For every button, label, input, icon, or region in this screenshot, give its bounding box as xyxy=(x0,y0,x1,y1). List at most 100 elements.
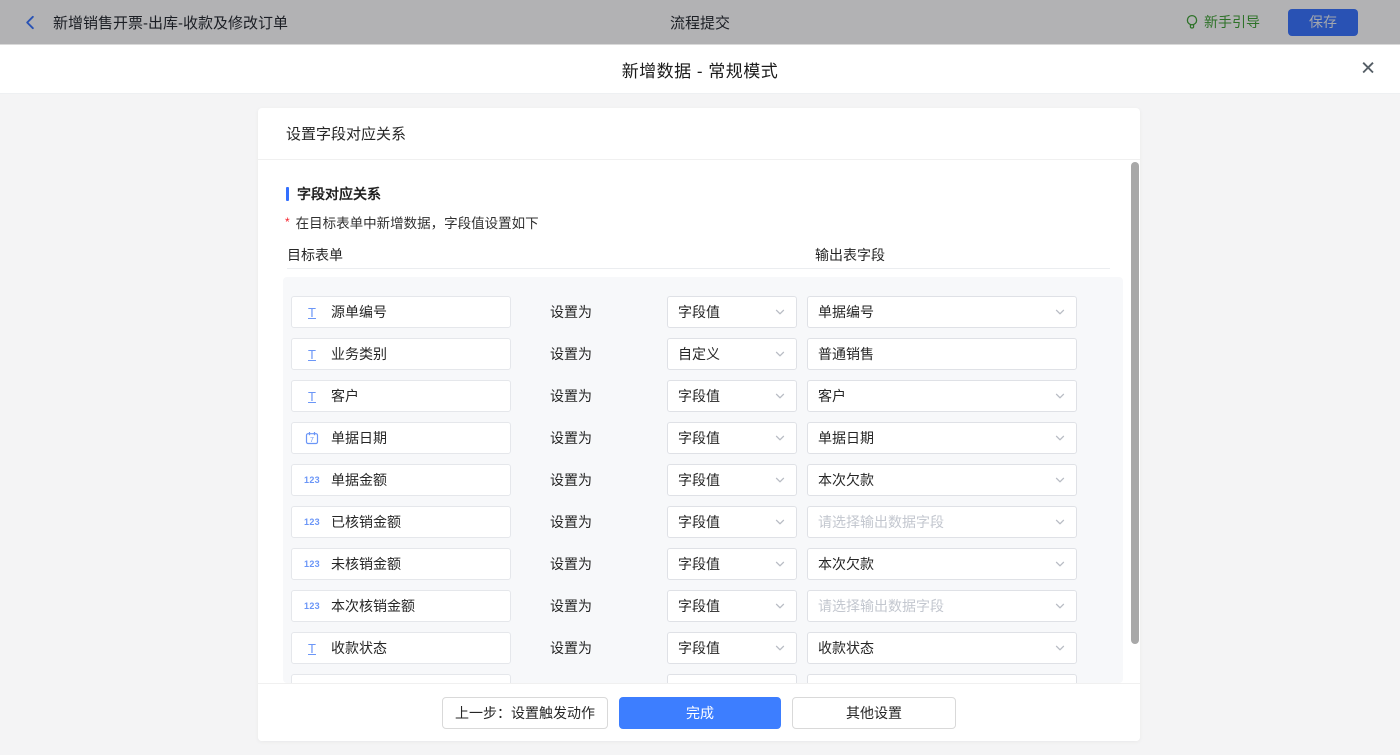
save-button[interactable]: 保存 xyxy=(1288,9,1358,36)
output-field-value: 收款状态 xyxy=(818,638,874,658)
topbar-center-title: 流程提交 xyxy=(670,12,730,33)
section-heading: 字段对应关系 xyxy=(286,184,381,204)
output-field-value: 本次欠款 xyxy=(818,470,874,490)
field-mapping-card: 设置字段对应关系 字段对应关系 * 在目标表单中新增数据，字段值设置如下 目标表… xyxy=(258,108,1140,741)
close-icon[interactable]: ✕ xyxy=(1360,60,1376,79)
output-field-value: 单据编号 xyxy=(818,302,874,322)
chevron-down-icon xyxy=(774,600,786,612)
section-accent-bar xyxy=(286,187,289,201)
output-field-select[interactable]: 收款状态 xyxy=(807,632,1077,664)
target-field-box[interactable] xyxy=(291,674,511,683)
mode-select-value: 自定义 xyxy=(678,344,720,364)
target-field-label: 单据日期 xyxy=(331,428,387,448)
output-field-value: 客户 xyxy=(818,386,846,406)
mapping-row: T 客户 设置为 字段值 客户 xyxy=(291,380,1123,412)
mode-select[interactable]: 自定义 xyxy=(667,338,797,370)
mapping-row: T业务类别设置为自定义普通销售 xyxy=(291,338,1123,370)
mapping-row: 123 本次核销金额 设置为 字段值请选择输出数据字段 xyxy=(291,590,1123,622)
chevron-down-icon xyxy=(774,348,786,360)
chevron-down-icon xyxy=(1054,306,1066,318)
other-settings-button[interactable]: 其他设置 xyxy=(792,697,956,729)
output-field-select[interactable]: 本次欠款 xyxy=(807,464,1077,496)
mode-select[interactable]: 字段值 xyxy=(667,380,797,412)
section-note: * 在目标表单中新增数据，字段值设置如下 xyxy=(285,212,539,232)
chevron-down-icon xyxy=(774,516,786,528)
mode-select[interactable]: 字段值 xyxy=(667,506,797,538)
set-as-label: 设置为 xyxy=(550,512,594,532)
chevron-down-icon xyxy=(1054,516,1066,528)
output-field-value: 单据日期 xyxy=(818,428,874,448)
mode-select[interactable]: 字段值 xyxy=(667,632,797,664)
mapping-row: 123单据金额 设置为 字段值 本次欠款 xyxy=(291,464,1123,496)
scrollbar-thumb[interactable] xyxy=(1131,162,1139,644)
modal-header: 新增数据 - 常规模式 ✕ xyxy=(0,45,1400,94)
number-field-icon: 123 xyxy=(302,517,322,527)
target-field-box[interactable]: T业务类别 xyxy=(291,338,511,370)
set-as-label: 设置为 xyxy=(550,596,594,616)
target-field-label: 源单编号 xyxy=(331,302,387,322)
target-field-label: 单据金额 xyxy=(331,470,387,490)
mode-select[interactable]: 字段值 xyxy=(667,464,797,496)
target-field-box[interactable]: 7 单据日期 xyxy=(291,422,511,454)
mode-select-value: 字段值 xyxy=(678,302,720,322)
lightbulb-icon xyxy=(1185,14,1199,31)
mode-select[interactable] xyxy=(667,674,797,683)
topbar: 新增销售开票-出库-收款及修改订单 流程提交 新手引导 保存 xyxy=(0,0,1400,45)
target-field-label: 本次核销金额 xyxy=(331,596,415,616)
column-header-target-form: 目标表单 xyxy=(287,245,343,265)
text-field-icon: T xyxy=(302,305,322,320)
chevron-down-icon xyxy=(774,390,786,402)
set-as-label: 设置为 xyxy=(550,470,594,490)
target-field-box[interactable]: 123未核销金额 xyxy=(291,548,511,580)
mode-select[interactable]: 字段值 xyxy=(667,422,797,454)
previous-step-button[interactable]: 上一步：设置触发动作 xyxy=(442,697,608,729)
chevron-down-icon xyxy=(774,306,786,318)
target-field-box[interactable]: 123已核销金额 xyxy=(291,506,511,538)
chevron-down-icon xyxy=(774,558,786,570)
set-as-label: 设置为 xyxy=(550,638,594,658)
target-field-box[interactable]: T 客户 xyxy=(291,380,511,412)
output-field-select[interactable]: 客户 xyxy=(807,380,1077,412)
target-field-box[interactable]: T 源单编号 xyxy=(291,296,511,328)
mode-select[interactable]: 字段值 xyxy=(667,296,797,328)
output-field-select[interactable] xyxy=(807,674,1077,683)
note-text: 在目标表单中新增数据，字段值设置如下 xyxy=(296,212,539,232)
column-header-output-field: 输出表字段 xyxy=(815,245,885,265)
flow-title: 新增销售开票-出库-收款及修改订单 xyxy=(53,12,288,33)
back-button[interactable] xyxy=(22,14,39,31)
mode-select-value: 字段值 xyxy=(678,428,720,448)
chevron-left-icon xyxy=(22,14,39,31)
text-field-icon: T xyxy=(302,389,322,404)
svg-text:7: 7 xyxy=(310,437,314,444)
custom-value-input[interactable]: 普通销售 xyxy=(807,338,1077,370)
number-field-icon: 123 xyxy=(302,601,322,611)
topbar-left: 新增销售开票-出库-收款及修改订单 xyxy=(22,12,288,33)
chevron-down-icon xyxy=(1054,600,1066,612)
mode-select-value: 字段值 xyxy=(678,470,720,490)
output-field-select[interactable]: 请选择输出数据字段 xyxy=(807,506,1077,538)
output-field-select[interactable]: 单据日期 xyxy=(807,422,1077,454)
mapping-row: 123未核销金额设置为字段值本次欠款 xyxy=(291,548,1123,580)
required-asterisk: * xyxy=(285,215,290,229)
output-field-select[interactable]: 单据编号 xyxy=(807,296,1077,328)
output-field-select[interactable]: 请选择输出数据字段 xyxy=(807,590,1077,622)
output-field-value: 请选择输出数据字段 xyxy=(818,512,944,532)
custom-value-text: 普通销售 xyxy=(818,344,874,364)
target-field-box[interactable]: 123单据金额 xyxy=(291,464,511,496)
target-field-box[interactable]: 123 本次核销金额 xyxy=(291,590,511,622)
done-button[interactable]: 完成 xyxy=(619,697,781,729)
date-field-icon: 7 xyxy=(302,431,322,445)
chevron-down-icon xyxy=(1054,432,1066,444)
mode-select[interactable]: 字段值 xyxy=(667,548,797,580)
mode-select[interactable]: 字段值 xyxy=(667,590,797,622)
set-as-label: 设置为 xyxy=(550,386,594,406)
mapping-row: 123已核销金额 设置为 字段值 请选择输出数据字段 xyxy=(291,506,1123,538)
target-field-box[interactable]: T收款状态 xyxy=(291,632,511,664)
output-field-select[interactable]: 本次欠款 xyxy=(807,548,1077,580)
beginner-guide-link[interactable]: 新手引导 xyxy=(1185,12,1260,32)
mode-select-value: 字段值 xyxy=(678,386,720,406)
card-header-title: 设置字段对应关系 xyxy=(258,108,1140,160)
mode-select-value: 字段值 xyxy=(678,554,720,574)
chevron-down-icon xyxy=(774,474,786,486)
target-field-label: 客户 xyxy=(331,386,359,406)
